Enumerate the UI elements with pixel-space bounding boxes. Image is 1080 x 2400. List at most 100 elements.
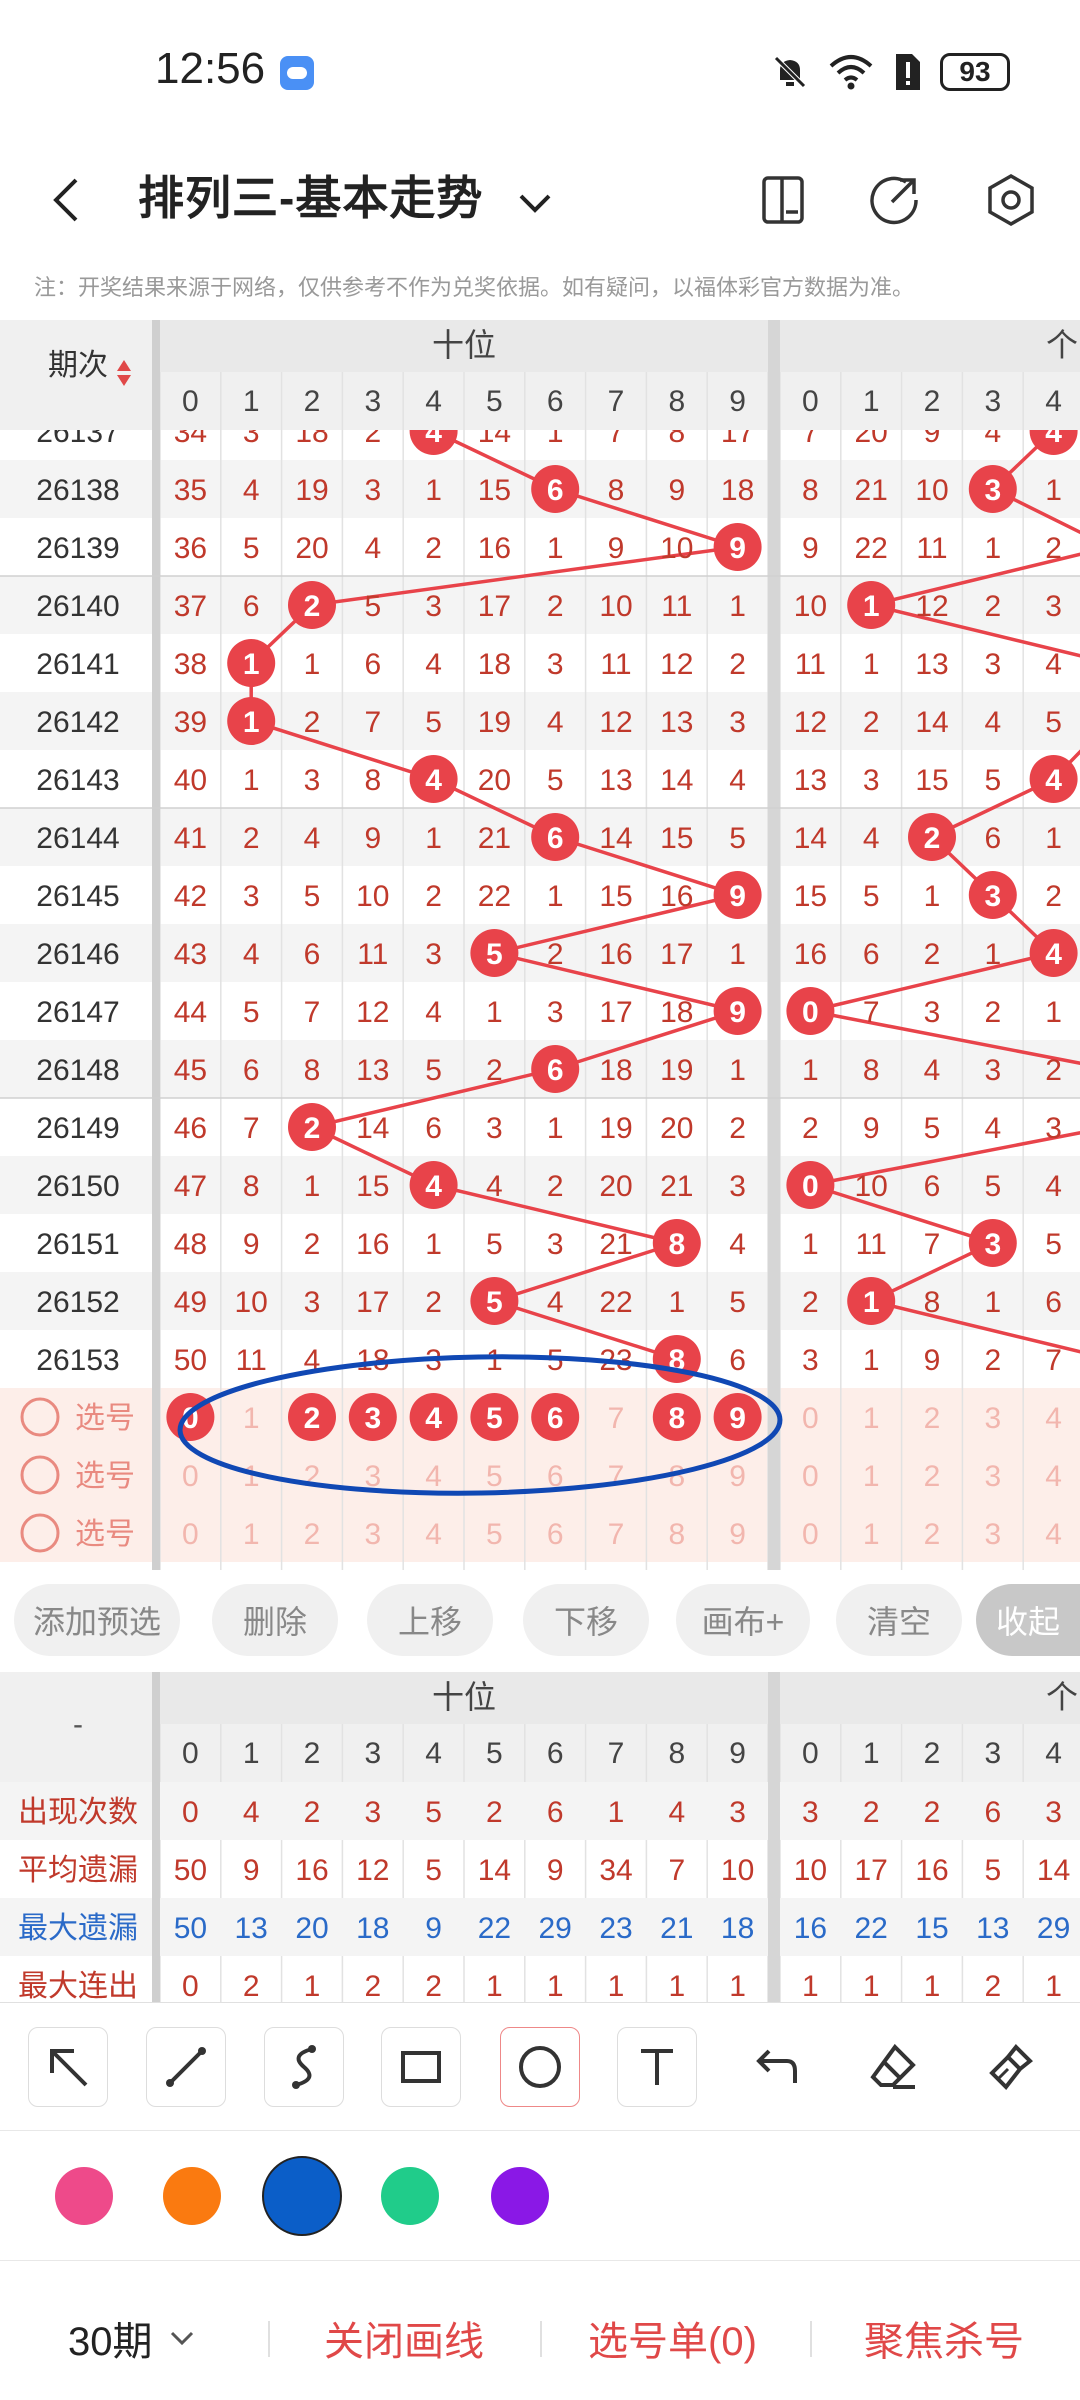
omission-value: 12: [915, 590, 948, 623]
omission-value: 1: [425, 822, 442, 855]
selected-number-label[interactable]: 8: [668, 1402, 685, 1435]
selection-list-button[interactable]: 选号单(0): [588, 2309, 757, 2367]
undo-icon[interactable]: [735, 2027, 815, 2107]
period-number: 26146: [36, 938, 119, 971]
selectable-number[interactable]: 3: [984, 1460, 1001, 1493]
statistics-canvas: -十位 个0 1 2 3 4 5 6 7 8 9 0 1 2 3 4出现次数 0 4 2 3 5 2 6 1 4 3 3 2 2 6 3平均…: [0, 1672, 1080, 2002]
selected-number-label[interactable]: 9: [729, 1402, 746, 1435]
selectable-number[interactable]: 3: [984, 1518, 1001, 1551]
selectable-number[interactable]: 8: [668, 1518, 685, 1551]
stats-value: 1: [668, 1970, 685, 2002]
chevron-down-icon[interactable]: [164, 2321, 200, 2357]
selectable-number[interactable]: 2: [924, 1402, 941, 1435]
selectable-number[interactable]: 9: [729, 1518, 746, 1551]
selectable-number[interactable]: 6: [547, 1518, 564, 1551]
focus-kill-button[interactable]: 聚焦杀号: [864, 2309, 1024, 2367]
clear-brush-icon[interactable]: [970, 2027, 1050, 2107]
winning-ball-label: 8: [668, 1228, 685, 1261]
selected-number-label[interactable]: 5: [486, 1402, 503, 1435]
color-swatch[interactable]: [55, 2167, 113, 2225]
selectable-number[interactable]: 7: [608, 1402, 625, 1435]
selectable-number[interactable]: 7: [608, 1518, 625, 1551]
move-down-button[interactable]: 下移: [523, 1584, 649, 1656]
omission-value: 11: [661, 590, 692, 623]
line-icon[interactable]: [146, 2027, 226, 2107]
period-number: 26152: [36, 1286, 119, 1319]
share-icon[interactable]: [862, 168, 926, 232]
move-up-button[interactable]: 上移: [367, 1584, 493, 1656]
color-swatch-selected[interactable]: [262, 2156, 342, 2236]
collapse-button[interactable]: 收起: [976, 1584, 1080, 1656]
selectable-number[interactable]: 0: [802, 1402, 819, 1435]
selectable-number[interactable]: 0: [182, 1518, 199, 1551]
selectable-number[interactable]: 2: [304, 1460, 321, 1493]
selected-number-label[interactable]: 4: [425, 1402, 442, 1435]
omission-value: 1: [486, 1344, 503, 1377]
omission-value: 21: [855, 474, 888, 507]
selectable-number[interactable]: 1: [863, 1518, 880, 1551]
selectable-number[interactable]: 4: [1045, 1402, 1062, 1435]
selectable-number[interactable]: 0: [802, 1518, 819, 1551]
selectable-number[interactable]: 1: [863, 1460, 880, 1493]
chevron-down-icon[interactable]: [505, 174, 565, 234]
selected-number-label[interactable]: 2: [304, 1402, 321, 1435]
units-digit-header: 2: [924, 1737, 941, 1770]
selectable-number[interactable]: 1: [243, 1518, 260, 1551]
add-preselect-button[interactable]: 添加预选: [14, 1584, 180, 1656]
selectable-number[interactable]: 4: [1045, 1460, 1062, 1493]
page-title[interactable]: 排列三-基本走势: [138, 162, 483, 228]
delete-button[interactable]: 删除: [212, 1584, 338, 1656]
stats-value: 0: [182, 1970, 199, 2002]
stats-value: 13: [235, 1912, 268, 1945]
omission-value: 3: [547, 648, 564, 681]
selectable-number[interactable]: 2: [924, 1460, 941, 1493]
selectable-number[interactable]: 0: [802, 1460, 819, 1493]
trend-grid-canvas[interactable]: 期次十位 个0 1 2 3 4 5 6 7 8 9 0 1 2 3 426137 34 3 18 2 4 14 1 7 8 17 7…: [0, 320, 1080, 1570]
mute-icon: [774, 56, 806, 88]
omission-value: 14: [599, 822, 632, 855]
selectable-number[interactable]: 9: [729, 1460, 746, 1493]
color-swatch[interactable]: [491, 2167, 549, 2225]
close-lines-button[interactable]: 关闭画线: [324, 2309, 484, 2367]
eraser-icon[interactable]: [853, 2027, 933, 2107]
selectable-number[interactable]: 4: [425, 1518, 442, 1551]
layout-toggle-icon[interactable]: [752, 168, 816, 232]
selectable-number[interactable]: 3: [364, 1518, 381, 1551]
selected-number-label[interactable]: 3: [364, 1402, 381, 1435]
omission-value: 17: [478, 590, 511, 623]
selectable-number[interactable]: 4: [1045, 1518, 1062, 1551]
winning-ball-label: 5: [486, 938, 503, 971]
canvas-plus-button[interactable]: 画布+: [676, 1584, 810, 1656]
omission-value: 7: [243, 1112, 260, 1145]
selectable-number[interactable]: 5: [486, 1460, 503, 1493]
selectable-number[interactable]: 0: [182, 1460, 199, 1493]
selectable-number[interactable]: 3: [984, 1402, 1001, 1435]
omission-value: 16: [660, 880, 693, 913]
clear-button[interactable]: 清空: [836, 1584, 962, 1656]
text-icon[interactable]: [617, 2027, 697, 2107]
selectable-number[interactable]: 4: [425, 1460, 442, 1493]
stats-row-label: 最大遗漏: [18, 1912, 138, 1945]
rectangle-icon[interactable]: [381, 2027, 461, 2107]
circle-icon[interactable]: [500, 2027, 580, 2107]
back-arrow-icon[interactable]: [36, 168, 100, 232]
omission-value: 7: [364, 706, 381, 739]
selectable-number[interactable]: 2: [924, 1518, 941, 1551]
settings-icon[interactable]: [979, 168, 1043, 232]
curve-icon[interactable]: [264, 2027, 344, 2107]
selectable-number[interactable]: 5: [486, 1518, 503, 1551]
stats-value: 10: [794, 1854, 827, 1887]
selectable-number[interactable]: 2: [304, 1518, 321, 1551]
selectable-number[interactable]: 1: [243, 1402, 260, 1435]
color-swatch[interactable]: [381, 2167, 439, 2225]
selectable-number[interactable]: 7: [608, 1460, 625, 1493]
selected-number-label[interactable]: 6: [547, 1402, 564, 1435]
arrow-icon[interactable]: [28, 2027, 108, 2107]
omission-value: 39: [174, 706, 207, 739]
trend-chart-grid[interactable]: 期次 十位个 0 1 2 3 4 5 6 7 8 9 0 1 2 3 4 26137 34 3 18 2 4 14 1 7 8 17 7…: [0, 320, 1080, 1570]
omission-value: 1: [1045, 474, 1062, 507]
period-selector[interactable]: 30期: [68, 2309, 153, 2367]
selectable-number[interactable]: 1: [863, 1402, 880, 1435]
color-swatch[interactable]: [163, 2167, 221, 2225]
omission-value: 3: [863, 764, 880, 797]
